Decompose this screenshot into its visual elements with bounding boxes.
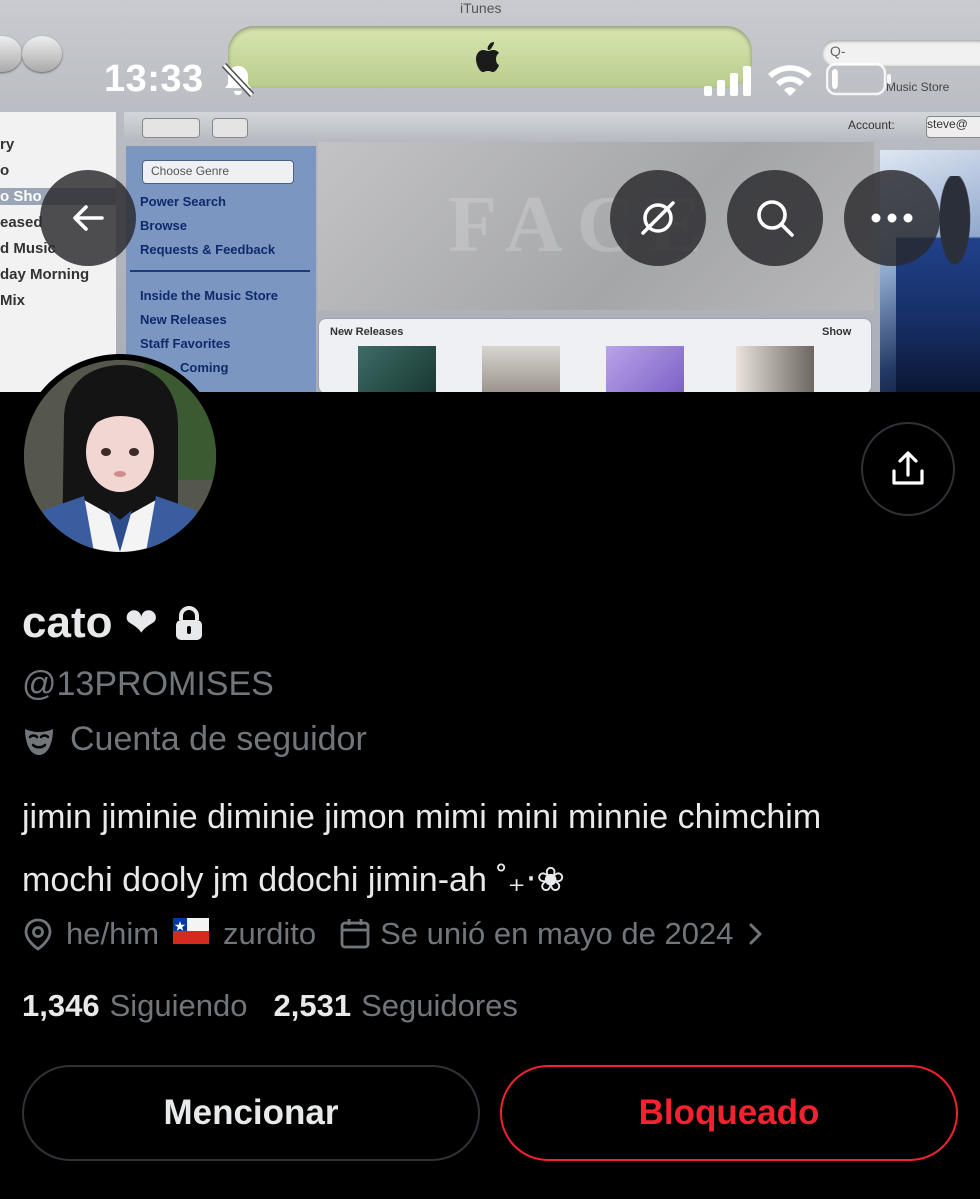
followers-count: 2,531 — [273, 988, 352, 1023]
follow-stats: 1,346 Siguiendo 2,531 Seguidores — [22, 988, 518, 1024]
cellular-signal-icon — [704, 66, 751, 96]
profile-handle: @13PROMISES — [22, 665, 274, 703]
banner-new-releases-show: Show — [822, 326, 852, 338]
share-icon — [892, 451, 924, 485]
more-horizontal-icon — [871, 213, 913, 223]
banner-album-art — [482, 346, 560, 392]
banner-store-link: New Releases — [140, 312, 227, 327]
parody-label-text: Cuenta de seguidor — [70, 720, 367, 758]
banner-store-link: Staff Favorites — [140, 336, 231, 351]
banner-store-link: Coming — [180, 360, 229, 375]
banner-album-art — [606, 346, 684, 392]
status-time: 13:33 — [104, 58, 204, 100]
following-link[interactable]: 1,346 Siguiendo — [22, 988, 247, 1024]
banner-sidebar-divider — [130, 270, 310, 272]
status-bar: 13:33 — [0, 0, 980, 160]
banner-store-link: Power Search — [140, 194, 226, 209]
avatar-photo-art — [24, 360, 216, 552]
followers-link[interactable]: 2,531 Seguidores — [273, 988, 517, 1024]
following-count: 1,346 — [22, 988, 100, 1023]
joined-date: Se unió en mayo de 2024 — [380, 916, 734, 951]
avatar-image — [24, 360, 216, 552]
avatar[interactable] — [18, 354, 222, 558]
bell-slash-icon — [221, 62, 255, 98]
banner-store-link: Requests & Feedback — [140, 242, 276, 257]
calendar-icon — [340, 919, 370, 949]
banner-store-link: Inside the Music Store — [140, 288, 278, 303]
location-pin-icon — [24, 918, 52, 951]
more-button[interactable] — [844, 170, 940, 266]
blocked-button[interactable]: Bloqueado — [500, 1065, 958, 1161]
search-button[interactable] — [727, 170, 823, 266]
name-emoji: ❤ — [124, 601, 158, 645]
banner-store-link: Browse — [140, 218, 187, 233]
search-icon — [757, 200, 794, 237]
share-button[interactable] — [861, 422, 955, 516]
banner-list-item: day Morning — [0, 266, 90, 283]
chevron-right-icon[interactable] — [747, 921, 765, 947]
followers-label: Seguidores — [361, 988, 518, 1023]
banner-album-art — [358, 346, 436, 392]
banner-list-item: Mix — [0, 292, 26, 309]
following-label: Siguiendo — [109, 988, 248, 1023]
back-button[interactable] — [40, 170, 136, 266]
lock-icon — [176, 606, 202, 640]
banner-genre-select: Choose Genre — [142, 160, 294, 184]
bio-line: mochi dooly jm ddochi jimin-ah ˚₊‧❀ — [22, 861, 565, 899]
parody-account-label: Cuenta de seguidor — [22, 720, 367, 759]
grok-icon — [641, 201, 675, 235]
pronouns-text: he/him — [66, 916, 160, 951]
grok-button[interactable] — [610, 170, 706, 266]
banner-new-releases-header: New Releases — [330, 326, 404, 338]
banner-album-art — [736, 346, 814, 392]
arrow-left-icon — [73, 205, 104, 231]
display-name: cato — [22, 598, 113, 647]
banner-genre-select-text: Choose Genre — [151, 164, 230, 178]
mask-icon — [25, 728, 53, 755]
chile-flag-icon — [173, 916, 210, 952]
battery-low-icon — [826, 62, 891, 96]
profile-name-row: cato ❤ — [22, 598, 206, 648]
profile-bio: jimin jiminie diminie jimon mimi mini mi… — [22, 786, 952, 912]
profile-meta: he/him zurdito Se unió en mayo de 2024 — [22, 916, 765, 952]
bio-line: jimin jiminie diminie jimon mimi mini mi… — [22, 798, 822, 836]
location-extra-text: zurdito — [223, 916, 317, 951]
wifi-icon — [768, 65, 812, 96]
mention-button[interactable]: Mencionar — [22, 1065, 480, 1161]
